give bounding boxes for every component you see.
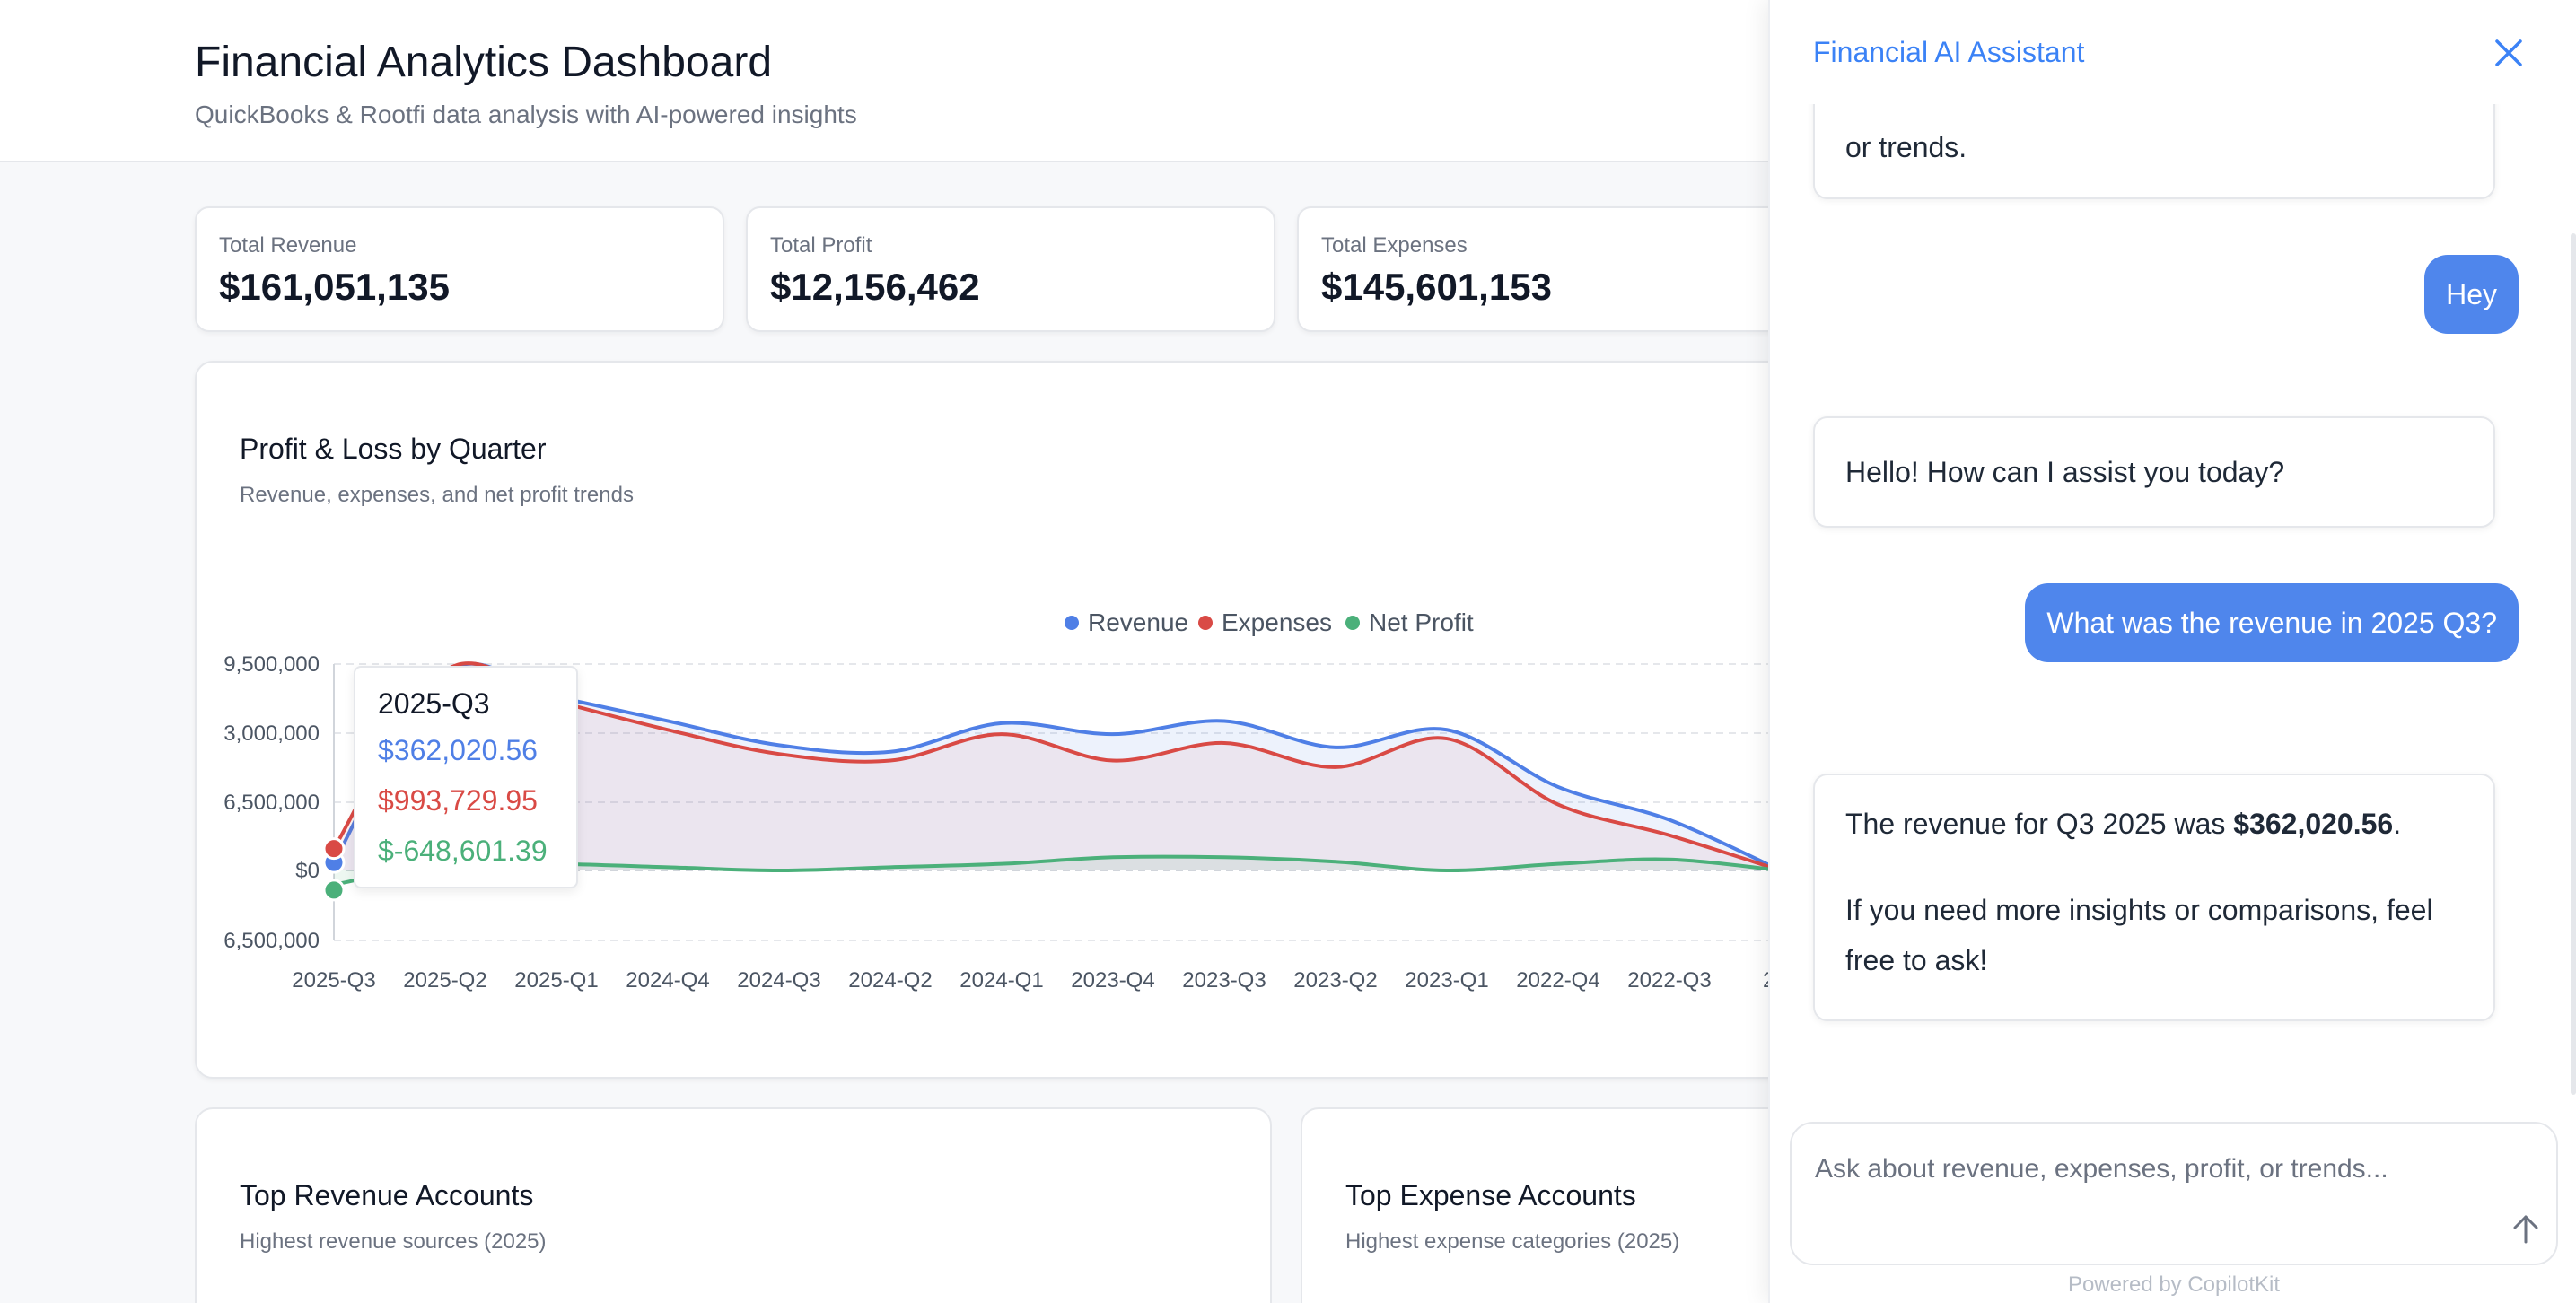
card-subtitle: Highest expense categories (2025)	[1345, 1229, 1680, 1254]
x-tick-label: 2025-Q2	[403, 968, 486, 993]
chat-input[interactable]	[1815, 1147, 2497, 1192]
tooltip-revenue: $362,020.56	[378, 734, 538, 766]
x-tick-label: 2022-Q3	[1627, 968, 1711, 993]
powered-by: Powered by CopilotKit	[2067, 1272, 2281, 1297]
y-tick-label: $0	[295, 859, 320, 883]
x-tick-label: 2024-Q4	[626, 968, 709, 993]
message-text: The revenue for Q3 2025 was	[1845, 808, 2234, 840]
assistant-message: Hello! How can I assist you today?	[1813, 416, 2495, 528]
chat-panel: Financial AI Assistant or trends. Hey He…	[1768, 0, 2576, 1303]
close-icon[interactable]	[2488, 32, 2529, 74]
x-tick-label: 2024-Q1	[959, 968, 1043, 993]
message-bold-value: $362,020.56	[2233, 808, 2394, 840]
legend-label: Expenses	[1222, 608, 1332, 636]
y-tick-label: 3,000,000	[223, 721, 320, 746]
x-tick-label: 2023-Q2	[1293, 968, 1377, 993]
message-line: The revenue for Q3 2025 was $362,020.56.	[1845, 799, 2463, 849]
user-message: Hey	[2424, 255, 2519, 334]
chat-title: Financial AI Assistant	[1813, 36, 2085, 68]
message-followup: If you need more insights or comparisons…	[1845, 894, 2433, 976]
x-tick-label: 2025-Q3	[292, 968, 375, 993]
tooltip-expenses: $993,729.95	[378, 784, 538, 817]
top-revenue-accounts-card: Top Revenue Accounts Highest revenue sou…	[195, 1107, 1272, 1303]
chart-tooltip: 2025-Q3 $362,020.56 $993,729.95 $-648,60…	[354, 666, 578, 888]
message-text: or trends.	[1845, 131, 1967, 163]
active-point	[322, 837, 346, 861]
x-tick-label: 2023-Q1	[1405, 968, 1488, 993]
x-tick-label: 2023-Q3	[1182, 968, 1266, 993]
card-title: Top Expense Accounts	[1345, 1179, 1636, 1211]
assistant-message: The revenue for Q3 2025 was $362,020.56.…	[1813, 774, 2495, 1021]
legend-label: Revenue	[1088, 608, 1188, 636]
card-title: Top Revenue Accounts	[240, 1179, 534, 1211]
y-tick-label: 6,500,000	[223, 791, 320, 815]
chat-header: Financial AI Assistant	[1770, 0, 2576, 104]
x-tick-label: 2025-Q1	[514, 968, 598, 993]
chat-input-box	[1790, 1122, 2558, 1265]
legend-label: Net Profit	[1369, 608, 1474, 636]
arrow-up-icon[interactable]	[2506, 1210, 2545, 1249]
legend-marker	[1065, 616, 1079, 630]
tooltip-category: 2025-Q3	[378, 687, 490, 720]
tooltip-net-profit: $-648,601.39	[378, 835, 548, 867]
chat-scrollbar[interactable]	[2571, 233, 2576, 1095]
legend-marker	[1345, 616, 1360, 630]
y-tick-label: 9,500,000	[223, 652, 320, 677]
x-tick-label: 2024-Q3	[737, 968, 820, 993]
message-text: .	[2393, 808, 2402, 840]
active-point	[322, 879, 346, 902]
x-tick-label: 2024-Q2	[848, 968, 932, 993]
x-tick-label: 2023-Q4	[1071, 968, 1154, 993]
y-tick-label: 6,500,000	[223, 929, 320, 953]
message-text: Hello! How can I assist you today?	[1845, 456, 2285, 488]
x-tick-label: 2022-Q4	[1516, 968, 1599, 993]
user-message: What was the revenue in 2025 Q3?	[2025, 583, 2519, 662]
card-subtitle: Highest revenue sources (2025)	[240, 1229, 547, 1254]
legend-marker	[1198, 616, 1213, 630]
